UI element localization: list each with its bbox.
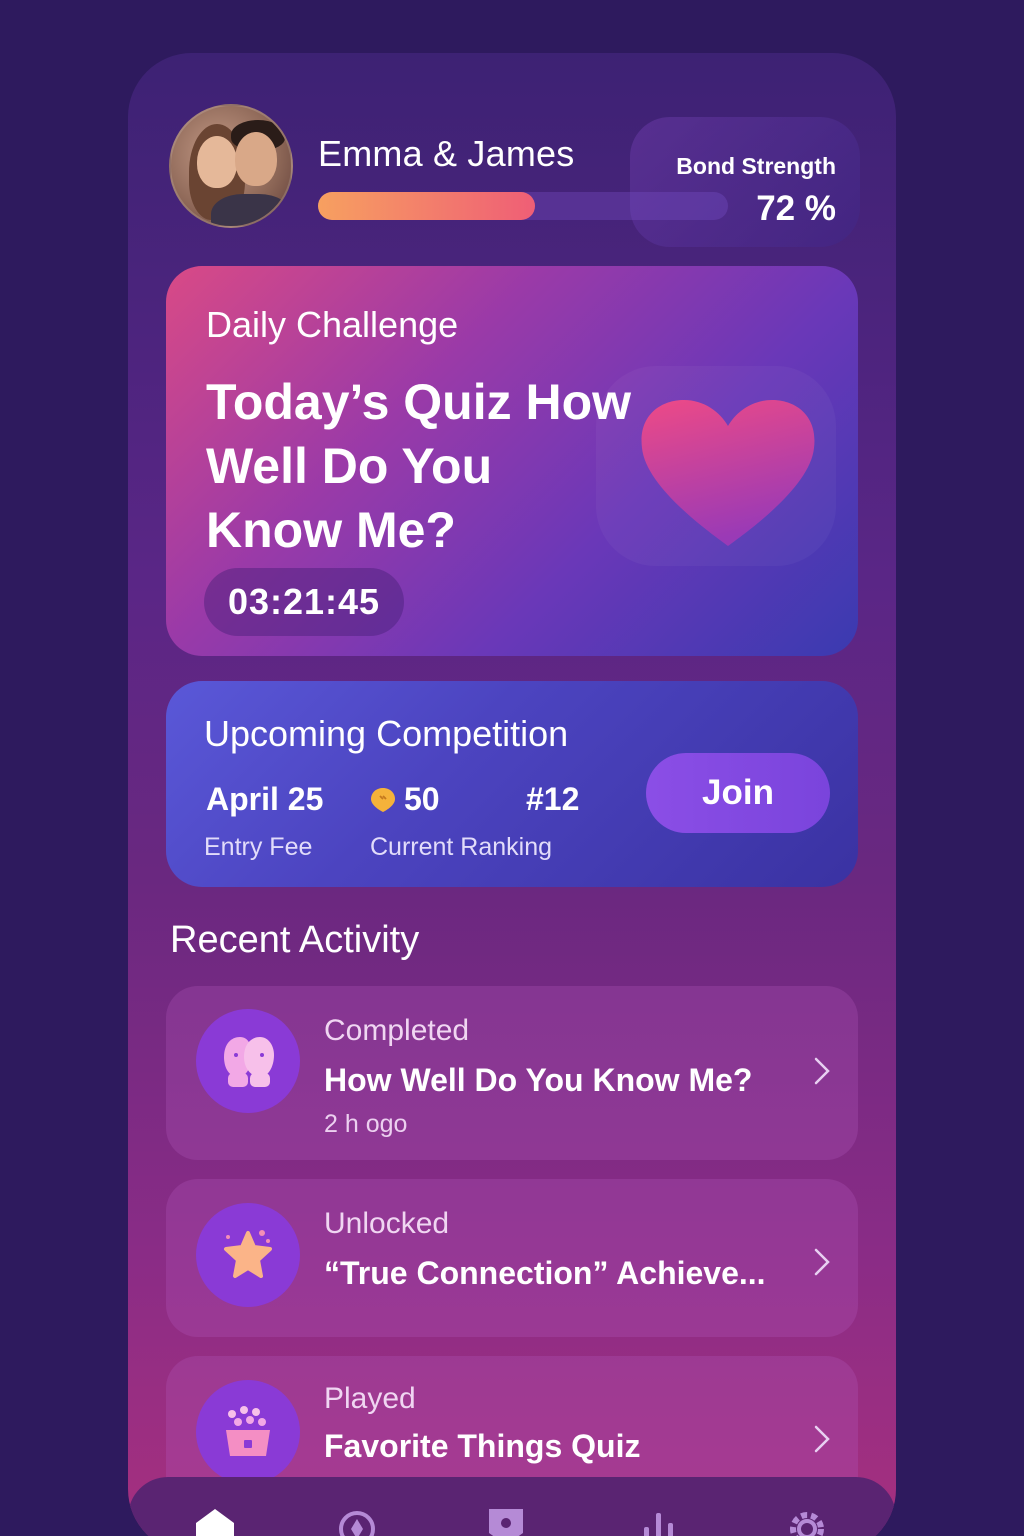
competition-date: April 25 xyxy=(206,781,324,817)
ranking-label: Current Ranking xyxy=(370,833,553,861)
activity-kind: Completed xyxy=(324,1014,470,1047)
bond-strength-value: 72 % xyxy=(756,189,836,228)
activity-item-completed[interactable]: Completed How Well Do You Know Me? 2 h o… xyxy=(166,986,858,1160)
heart-icon xyxy=(641,400,815,546)
map-pin-icon[interactable] xyxy=(483,1505,529,1536)
compass-icon[interactable] xyxy=(334,1505,380,1536)
activity-time: 2 h ogo xyxy=(324,1110,408,1138)
bond-progress-fill xyxy=(318,192,536,220)
activity-title: Favorite Things Quiz xyxy=(324,1428,641,1464)
header: Emma & James Bond Strength 72 % xyxy=(128,53,896,253)
settings-icon[interactable] xyxy=(784,1505,830,1536)
popcorn-icon xyxy=(196,1380,300,1484)
bond-progress-bar xyxy=(318,192,728,220)
coin-icon xyxy=(371,788,395,812)
daily-challenge-label: Daily Challenge xyxy=(206,304,459,345)
home-icon[interactable] xyxy=(192,1505,238,1536)
phone-screen: Emma & James Bond Strength 72 % Daily Ch… xyxy=(128,53,896,1536)
activity-title: How Well Do You Know Me? xyxy=(324,1062,753,1098)
entry-fee-value: 50 xyxy=(404,781,440,817)
activity-title: “True Connection” Achieve... xyxy=(324,1255,766,1291)
bottom-nav-bar xyxy=(128,1477,896,1536)
stats-icon[interactable] xyxy=(636,1505,682,1536)
daily-quiz-title: Today’s Quiz How Well Do You Know Me? xyxy=(206,374,632,558)
recent-activity-title: Recent Activity xyxy=(170,919,420,961)
join-button[interactable]: Join xyxy=(646,753,830,833)
couple-name: Emma & James xyxy=(318,133,575,174)
bond-strength-box: Bond Strength 72 % xyxy=(630,117,860,247)
chevron-right-icon xyxy=(814,1248,830,1276)
couple-faces-icon xyxy=(196,1009,300,1113)
activity-item-unlocked[interactable]: Unlocked “True Connection” Achieve... xyxy=(166,1179,858,1337)
activity-kind: Unlocked xyxy=(324,1207,450,1240)
countdown-timer: 03:21:45 xyxy=(204,568,404,636)
chevron-right-icon xyxy=(814,1057,830,1085)
upcoming-competition-card: Upcoming Competition April 25 Entry Fee … xyxy=(166,681,858,887)
daily-challenge-card[interactable]: Daily Challenge Today’s Quiz How Well Do… xyxy=(166,266,858,656)
avatar[interactable] xyxy=(169,104,293,228)
bond-strength-label: Bond Strength xyxy=(676,153,836,179)
competition-title: Upcoming Competition xyxy=(204,713,569,754)
entry-fee-label: Entry Fee xyxy=(204,833,313,861)
star-icon xyxy=(196,1203,300,1307)
chevron-right-icon xyxy=(814,1425,830,1453)
ranking-value: #12 xyxy=(526,781,580,817)
activity-kind: Played xyxy=(324,1382,416,1415)
